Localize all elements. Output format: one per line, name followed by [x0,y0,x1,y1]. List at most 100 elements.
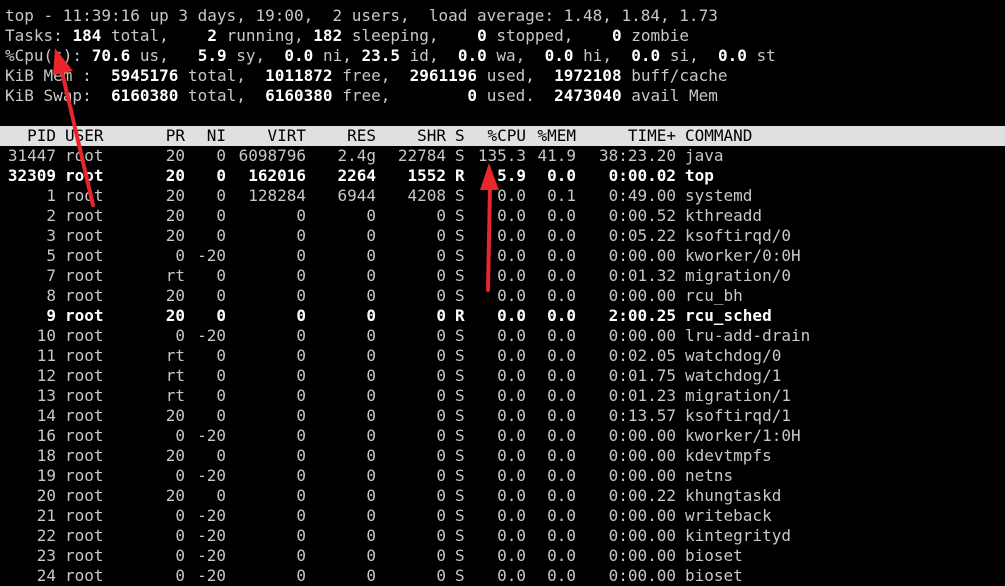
proc-user: root [65,226,104,245]
proc-user: root [65,486,104,505]
process-row[interactable]: 1 root 20 0 128284 6944 4208 S 0.0 0.1 0:49.00 syst… [0,186,1005,206]
proc-virt: 0 [296,486,306,505]
process-row[interactable]: 20 root 20 0 0 0 0 S 0.0 0.0 0:00.22 khungtaskd [0,486,1005,506]
proc-cpu: 0.0 [497,306,526,325]
cpu-id: 23.5 [361,46,401,65]
swap-total: 6160380 [110,86,179,105]
col-res[interactable]: RES [310,126,376,146]
proc-pid: 2 [46,206,56,225]
proc-virt: 0 [296,326,306,345]
col-time[interactable]: TIME+ [580,126,676,146]
process-row[interactable]: 13 root rt 0 0 0 0 S 0.0 0.0 0:01.23 migration/1 [0,386,1005,406]
col-pid[interactable]: PID [0,126,56,146]
process-row[interactable]: 12 root rt 0 0 0 0 S 0.0 0.0 0:01.75 watchdog/1 [0,366,1005,386]
col-ni[interactable]: NI [190,126,226,146]
proc-user: root [65,266,104,285]
proc-state: S [455,486,465,505]
proc-mem: 0.0 [547,466,576,485]
proc-mem: 0.0 [547,566,576,585]
proc-user: root [65,526,104,545]
process-row[interactable]: 7 root rt 0 0 0 0 S 0.0 0.0 0:01.32 migration/0 [0,266,1005,286]
proc-command: ksoftirqd/1 [685,406,791,425]
process-row[interactable]: 5 root 0 -20 0 0 0 S 0.0 0.0 0:00.00 kworker/0:0H [0,246,1005,266]
proc-mem: 0.0 [547,486,576,505]
proc-time: 0:00.00 [608,446,676,465]
mem-cache-label: buff/cache [631,66,728,85]
col-virt[interactable]: VIRT [230,126,306,146]
proc-time: 2:00.25 [608,306,676,325]
col-state[interactable]: S [455,126,465,146]
proc-time: 0:00.00 [608,566,676,585]
proc-command: khungtaskd [685,486,782,505]
proc-pr: 0 [175,526,185,545]
proc-state: S [455,506,465,525]
proc-res: 0 [366,326,376,345]
process-row[interactable]: 10 root 0 -20 0 0 0 S 0.0 0.0 0:00.00 lru-add-drain [0,326,1005,346]
col-pr[interactable]: PR [150,126,185,146]
proc-ni: -20 [197,466,226,485]
proc-shr: 0 [436,286,446,305]
proc-command: kworker/1:0H [685,426,801,445]
swap-used: 0 [467,86,478,105]
process-row[interactable]: 21 root 0 -20 0 0 0 S 0.0 0.0 0:00.00 writeback [0,506,1005,526]
proc-ni: 0 [216,286,226,305]
proc-command: netns [685,466,734,485]
terminal-window[interactable]: top - 11:39:16 up 3 days, 19:00, 2 users… [0,0,1005,585]
process-row[interactable]: 8 root 20 0 0 0 0 S 0.0 0.0 0:00.00 rcu_bh [0,286,1005,306]
process-row[interactable]: 24 root 0 -20 0 0 0 S 0.0 0.0 0:00.00 bioset [0,566,1005,586]
proc-mem: 0.0 [547,246,576,265]
cpu-st-label: st [756,46,776,65]
proc-mem: 0.0 [547,506,576,525]
proc-state: R [455,166,465,185]
process-row[interactable]: 3 root 20 0 0 0 0 S 0.0 0.0 0:05.22 ksoftirqd/0 [0,226,1005,246]
col-shr[interactable]: SHR [380,126,446,146]
cpu-si-label: si, [669,46,699,65]
cpu-wa: 0.0 [457,46,487,65]
proc-cpu: 0.0 [497,546,526,565]
proc-ni: 0 [216,346,226,365]
proc-pid: 20 [36,486,56,505]
process-row[interactable]: 9 root 20 0 0 0 0 R 0.0 0.0 2:00.25 rcu_sched [0,306,1005,326]
process-row[interactable]: 32309 root 20 0 162016 2264 1552 R 5.9 0.0 0:00.02… [0,166,1005,186]
process-row[interactable]: 11 root rt 0 0 0 0 S 0.0 0.0 0:02.05 watchdog/0 [0,346,1005,366]
process-row[interactable]: 16 root 0 -20 0 0 0 S 0.0 0.0 0:00.00 kworker/1:0H [0,426,1005,446]
col-command[interactable]: COMMAND [685,126,752,146]
proc-time: 0:00.00 [608,546,676,565]
cpu-label: %Cpu(s): [5,46,83,65]
swap-line: KiB Swap: 6160380 total, 6160380 free, 0… [5,86,718,106]
process-row[interactable]: 19 root 0 -20 0 0 0 S 0.0 0.0 0:00.00 netns [0,466,1005,486]
proc-command: bioset [685,566,743,585]
mem-total-label: total, [188,66,246,85]
process-row[interactable]: 14 root 20 0 0 0 0 S 0.0 0.0 0:13.57 ksoftirqd/1 [0,406,1005,426]
proc-mem: 0.0 [547,166,576,185]
proc-pr: 0 [175,246,185,265]
tasks-label: Tasks: [5,26,63,45]
proc-shr: 0 [436,406,446,425]
proc-shr: 0 [436,546,446,565]
tasks-stopped: 0 [477,26,487,45]
cpu-hi-label: hi, [583,46,613,65]
process-row[interactable]: 31447 root 20 0 6098796 2.4g 22784 S 135.3 41.9 38… [0,146,1005,166]
proc-res: 0 [366,206,376,225]
proc-cpu: 0.0 [497,406,526,425]
col-cpu[interactable]: %CPU [470,126,526,146]
proc-pid: 1 [46,186,56,205]
proc-mem: 0.0 [547,386,576,405]
proc-state: S [455,466,465,485]
col-user[interactable]: USER [65,126,104,146]
proc-shr: 0 [436,566,446,585]
proc-ni: -20 [197,526,226,545]
proc-pid: 7 [46,266,56,285]
process-row[interactable]: 2 root 20 0 0 0 0 S 0.0 0.0 0:00.52 kthreadd [0,206,1005,226]
proc-user: root [65,166,104,185]
tasks-stopped-label: stopped, [496,26,574,45]
process-row[interactable]: 22 root 0 -20 0 0 0 S 0.0 0.0 0:00.00 kintegrityd [0,526,1005,546]
proc-res: 0 [366,246,376,265]
col-mem[interactable]: %MEM [530,126,576,146]
proc-shr: 0 [436,246,446,265]
process-row[interactable]: 18 root 20 0 0 0 0 S 0.0 0.0 0:00.00 kdevtmpfs [0,446,1005,466]
proc-pr: rt [165,366,185,385]
process-row[interactable]: 23 root 0 -20 0 0 0 S 0.0 0.0 0:00.00 bioset [0,546,1005,566]
proc-command: migration/1 [685,386,791,405]
proc-pid: 14 [36,406,56,425]
